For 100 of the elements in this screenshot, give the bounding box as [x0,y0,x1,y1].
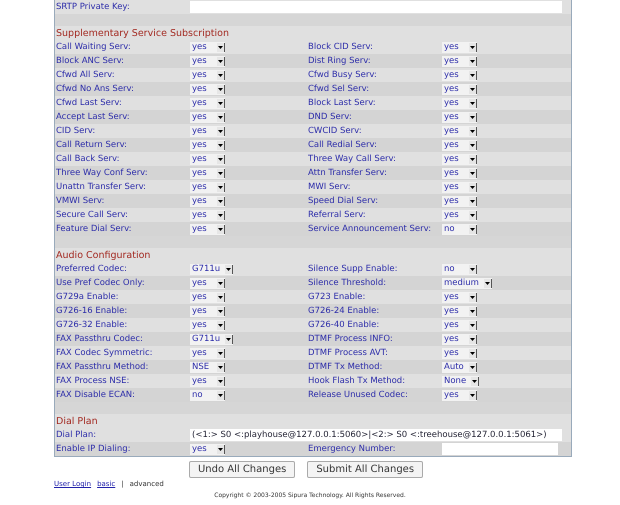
dropdown[interactable]: yes [190,210,225,220]
dropdown[interactable]: yes [442,334,477,344]
form-button[interactable]: Submit All Changes [307,461,424,478]
dropdown[interactable]: yes [190,126,225,136]
dropdown-arrow-icon [469,362,477,372]
dropdown-arrow-icon [217,278,225,288]
dropdown[interactable]: yes [442,306,477,316]
dropdown[interactable]: yes [190,292,225,302]
dropdown-arrow-icon [469,306,477,316]
dropdown[interactable]: yes [442,168,477,178]
form-button[interactable]: Undo All Changes [188,461,296,478]
dropdown-arrow-icon [225,334,234,344]
dropdown-arrow-icon [469,84,477,94]
dropdown-arrow-icon [469,126,477,136]
field-label: Cfwd No Ans Serv: [55,84,135,94]
section-heading: Audio Configuration [55,250,152,260]
dropdown-arrow-icon [217,182,225,192]
field-label: FAX Process NSE: [55,376,130,386]
dropdown[interactable]: yes [442,112,477,122]
dropdown[interactable]: yes [190,98,225,108]
dropdown[interactable]: None [442,376,480,386]
dropdown-arrow-icon [217,306,225,316]
dropdown-arrow-icon [217,112,225,122]
field-label: DTMF Tx Method: [307,362,384,372]
dropdown[interactable]: yes [190,42,225,52]
field-label: Cfwd Last Serv: [55,98,123,108]
field-label: Block ANC Serv: [55,56,126,66]
dropdown[interactable]: Auto [442,362,477,372]
dropdown[interactable]: yes [190,84,225,94]
dropdown[interactable]: yes [190,70,225,80]
dropdown[interactable]: NSE [190,362,225,372]
dropdown[interactable]: yes [442,140,477,150]
dropdown-arrow-icon [471,376,480,386]
dropdown[interactable]: yes [190,168,225,178]
dropdown[interactable]: yes [442,84,477,94]
field-label: Cfwd Busy Serv: [307,70,378,80]
dropdown[interactable]: yes [442,196,477,206]
dropdown[interactable]: yes [190,182,225,192]
dropdown-arrow-icon [217,70,225,80]
input-field[interactable] [190,1,562,13]
dropdown-arrow-icon [217,390,225,400]
dropdown-arrow-icon [469,210,477,220]
dropdown[interactable]: yes [190,196,225,206]
field-label: SRTP Private Key: [55,2,131,12]
dropdown[interactable]: no [190,390,225,400]
dropdown[interactable]: yes [190,376,225,386]
dropdown[interactable]: yes [190,224,225,234]
dropdown[interactable]: yes [190,112,225,122]
dropdown-arrow-icon [469,196,477,206]
dropdown-arrow-icon [469,168,477,178]
field-label: FAX Codec Symmetric: [55,348,154,358]
dropdown-arrow-icon [469,320,477,330]
dropdown[interactable]: yes [190,444,225,454]
dropdown[interactable]: G711u [190,334,234,344]
dropdown[interactable]: G711u [190,264,234,274]
field-label: FAX Passthru Method: [55,362,150,372]
dropdown[interactable]: yes [442,292,477,302]
field-label: Feature Dial Serv: [55,224,133,234]
dropdown[interactable]: yes [442,98,477,108]
dropdown[interactable]: medium [442,278,492,288]
dropdown[interactable]: yes [190,140,225,150]
field-label: FAX Disable ECAN: [55,390,136,400]
dropdown[interactable]: yes [442,42,477,52]
field-label: Release Unused Codec: [307,390,409,400]
dropdown[interactable]: yes [442,348,477,358]
dropdown[interactable]: yes [190,348,225,358]
dropdown-arrow-icon [469,56,477,66]
dropdown[interactable]: yes [190,56,225,66]
dropdown[interactable]: yes [442,126,477,136]
field-label: Silence Threshold: [307,278,388,288]
field-label: G726-16 Enable: [55,306,128,316]
dropdown-arrow-icon [217,168,225,178]
dropdown[interactable]: yes [190,320,225,330]
dropdown-arrow-icon [217,224,225,234]
dropdown[interactable]: yes [442,390,477,400]
dropdown[interactable]: no [442,264,477,274]
field-label: Call Waiting Serv: [55,42,132,52]
dropdown[interactable]: yes [442,182,477,192]
dropdown-arrow-icon [469,154,477,164]
input-field[interactable] [442,443,558,455]
dropdown[interactable]: yes [442,154,477,164]
dropdown[interactable]: yes [442,320,477,330]
field-label: G726-24 Enable: [307,306,380,316]
dropdown[interactable]: no [442,224,477,234]
dropdown-arrow-icon [217,362,225,372]
dropdown[interactable]: yes [442,70,477,80]
dropdown-arrow-icon [469,182,477,192]
field-label: Cfwd All Serv: [55,70,116,80]
dropdown[interactable]: yes [190,278,225,288]
dropdown[interactable]: yes [442,210,477,220]
dropdown[interactable]: yes [190,306,225,316]
dropdown[interactable]: yes [190,154,225,164]
field-label: VMWI Serv: [55,196,106,206]
dropdown-arrow-icon [469,98,477,108]
dropdown[interactable]: yes [442,56,477,66]
input-field[interactable]: (<1:> S0 <:playhouse@127.0.0.1:5060>|<2:> S0 <:treehouse@127.0.0.1:5061>) [190,429,562,441]
field-label: Attn Transfer Serv: [307,168,388,178]
section-heading: Dial Plan [55,416,99,426]
dropdown-arrow-icon [217,126,225,136]
dropdown-arrow-icon [217,292,225,302]
